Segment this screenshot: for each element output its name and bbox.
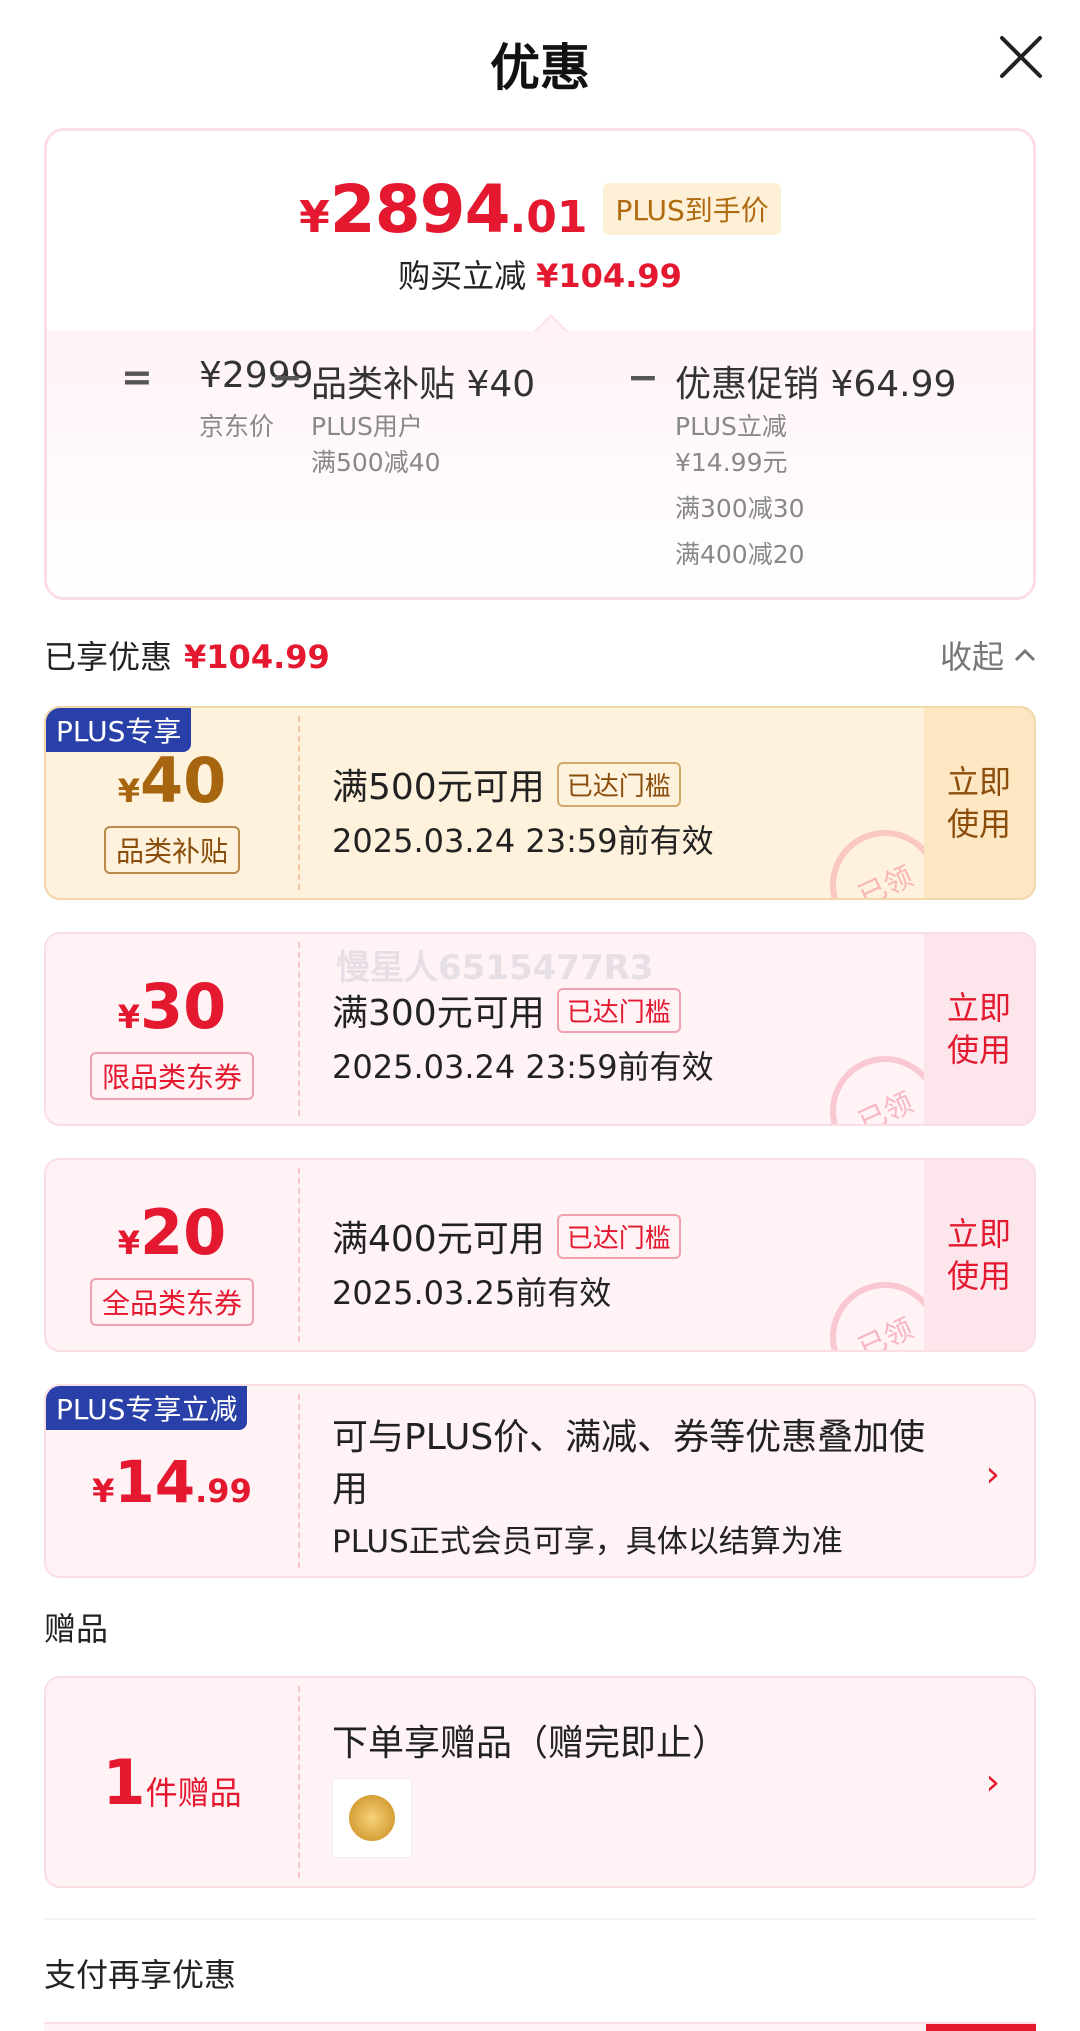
plus-discount-note: PLUS正式会员可享，具体以结算为准 [332, 1524, 843, 1560]
plus-discount-amount: ¥14.99 [46, 1448, 298, 1516]
coupon-divider [298, 716, 300, 890]
save-value: ¥104.99 [536, 257, 682, 295]
coupon-value: 30 [139, 970, 227, 1043]
use-now-label: 立即 使用 [946, 1215, 1011, 1295]
promo-line-4: 满400减20 [675, 540, 805, 569]
promo-line-1: PLUS立减 [675, 412, 787, 441]
collapse-button[interactable]: 收起 [940, 632, 1036, 678]
collapse-label: 收起 [939, 638, 1004, 676]
coupon-category: 全品类东券 [89, 1278, 255, 1326]
subsidy-title-row: 品类补贴 ¥40 [311, 355, 535, 407]
gift-card[interactable]: 1件赠品 下单享赠品（赠完即止） › [44, 1676, 1036, 1888]
gift-count-label: 件赠品 [145, 1774, 242, 1812]
enjoyed-value: ¥104.99 [184, 638, 330, 676]
coupon-condition-row: 满400元可用 已达门槛 [332, 1210, 681, 1262]
coupon-card[interactable]: PLUS专享 ¥40 品类补贴 满500元可用 已达门槛 2025.03.24 2… [44, 706, 1036, 900]
threshold-badge: 已达门槛 [556, 761, 681, 807]
payment-discount-section-title: 支付再享优惠 [44, 1956, 237, 1994]
plus-card-divider [298, 1394, 300, 1568]
promo-line-3: 满300减30 [675, 494, 805, 523]
promo-title-row: 优惠促销 ¥64.99 [675, 355, 956, 407]
chevron-right-icon: › [985, 1454, 1000, 1495]
coupon-condition: 满300元可用 [332, 993, 545, 1034]
coupon-currency: ¥ [117, 998, 140, 1036]
coupon-validity: 2025.03.24 23:59前有效 [332, 822, 714, 860]
coupon-condition: 满500元可用 [332, 767, 545, 808]
threshold-badge: 已达门槛 [556, 1213, 681, 1259]
close-icon[interactable] [998, 34, 1044, 80]
coupon-divider [298, 1168, 300, 1342]
plus-exclusive-discount-tag: PLUS专享立减 [46, 1386, 248, 1430]
use-now-button[interactable]: 立即 使用 [924, 708, 1034, 898]
gift-count: 1件赠品 [46, 1746, 298, 1819]
equals-sign: = [121, 355, 153, 399]
save-label: 购买立减 [398, 257, 527, 295]
price-summary-card: ¥ 2894 .01 PLUS到手价 购买立减 ¥104.99 = ¥2999 京… [44, 128, 1036, 600]
subsidy-line-2: 满500减40 [311, 448, 441, 477]
coupon-category: 限品类东券 [89, 1052, 255, 1100]
coupon-condition: 满400元可用 [332, 1219, 545, 1260]
jd-price-label: 京东价 [199, 412, 275, 441]
gift-thumbnail[interactable] [332, 1778, 412, 1858]
plus-discount-card[interactable]: PLUS专享立减 ¥14.99 可与PLUS价、满减、券等优惠叠加使用 PLUS… [44, 1384, 1036, 1578]
coupon-card[interactable]: ¥20 全品类东券 满400元可用 已达门槛 2025.03.25前有效 已领 立… [44, 1158, 1036, 1352]
plus-discount-currency: ¥ [92, 1472, 115, 1510]
coupon-validity: 2025.03.24 23:59前有效 [332, 1048, 714, 1086]
price-decimal: .01 [509, 192, 588, 243]
gift-count-number: 1 [102, 1746, 146, 1819]
minus-sign: − [271, 355, 303, 399]
enjoyed-discounts-header: 已享优惠 ¥104.99 [44, 632, 330, 678]
payment-card-accent [926, 2024, 1036, 2031]
minus-sign: − [627, 355, 659, 399]
promo-line-2: ¥14.99元 [675, 448, 788, 477]
coupon-category: 品类补贴 [103, 826, 241, 874]
use-now-label: 立即 使用 [946, 763, 1011, 843]
page-title: 优惠 [490, 39, 590, 97]
chevron-right-icon: › [985, 1762, 1000, 1803]
subsidy-title: 品类补贴 [311, 364, 456, 405]
gift-title: 下单享赠品（赠完即止） [332, 1723, 729, 1764]
plus-price-tag: PLUS到手价 [603, 183, 781, 235]
payment-card-edge [44, 2022, 1036, 2031]
coupon-divider [298, 942, 300, 1116]
price-integer: 2894 [329, 171, 511, 248]
header: 优惠 [0, 0, 1080, 120]
save-line: 购买立减 ¥104.99 [47, 251, 1033, 297]
coupon-condition-row: 满500元可用 已达门槛 [332, 758, 681, 810]
threshold-badge: 已达门槛 [556, 987, 681, 1033]
coupon-condition-row: 满300元可用 已达门槛 [332, 984, 681, 1036]
coupon-amount: ¥40 [46, 744, 298, 817]
coupon-currency: ¥ [117, 772, 140, 810]
watermark: 慢星人6515477R3 [336, 948, 654, 988]
coupon-amount: ¥30 [46, 970, 298, 1043]
subsidy-value: ¥40 [466, 364, 536, 405]
plus-discount-description: 可与PLUS价、满减、券等优惠叠加使用 [332, 1417, 926, 1510]
use-now-button[interactable]: 立即 使用 [924, 934, 1034, 1124]
use-now-button[interactable]: 立即 使用 [924, 1160, 1034, 1350]
subsidy-line-1: PLUS用户 [311, 412, 423, 441]
coupon-currency: ¥ [117, 1224, 140, 1262]
plus-discount-integer: 14 [114, 1448, 196, 1516]
coupon-value: 20 [139, 1196, 227, 1269]
promo-value: ¥64.99 [830, 364, 957, 405]
price-currency: ¥ [299, 192, 330, 243]
coupon-amount: ¥20 [46, 1196, 298, 1269]
gift-card-divider [298, 1686, 300, 1878]
gift-section-title: 赠品 [44, 1610, 109, 1648]
chevron-up-icon [1014, 648, 1036, 662]
final-price: ¥ 2894 .01 PLUS到手价 [47, 171, 1033, 248]
use-now-label: 立即 使用 [946, 989, 1011, 1069]
gift-medal-image [349, 1795, 395, 1841]
coupon-validity: 2025.03.25前有效 [332, 1274, 612, 1312]
enjoyed-label: 已享优惠 [44, 638, 173, 676]
plus-discount-decimal: .99 [195, 1472, 252, 1510]
coupon-value: 40 [139, 744, 227, 817]
promo-title: 优惠促销 [675, 364, 820, 405]
section-divider [44, 1918, 1036, 1920]
